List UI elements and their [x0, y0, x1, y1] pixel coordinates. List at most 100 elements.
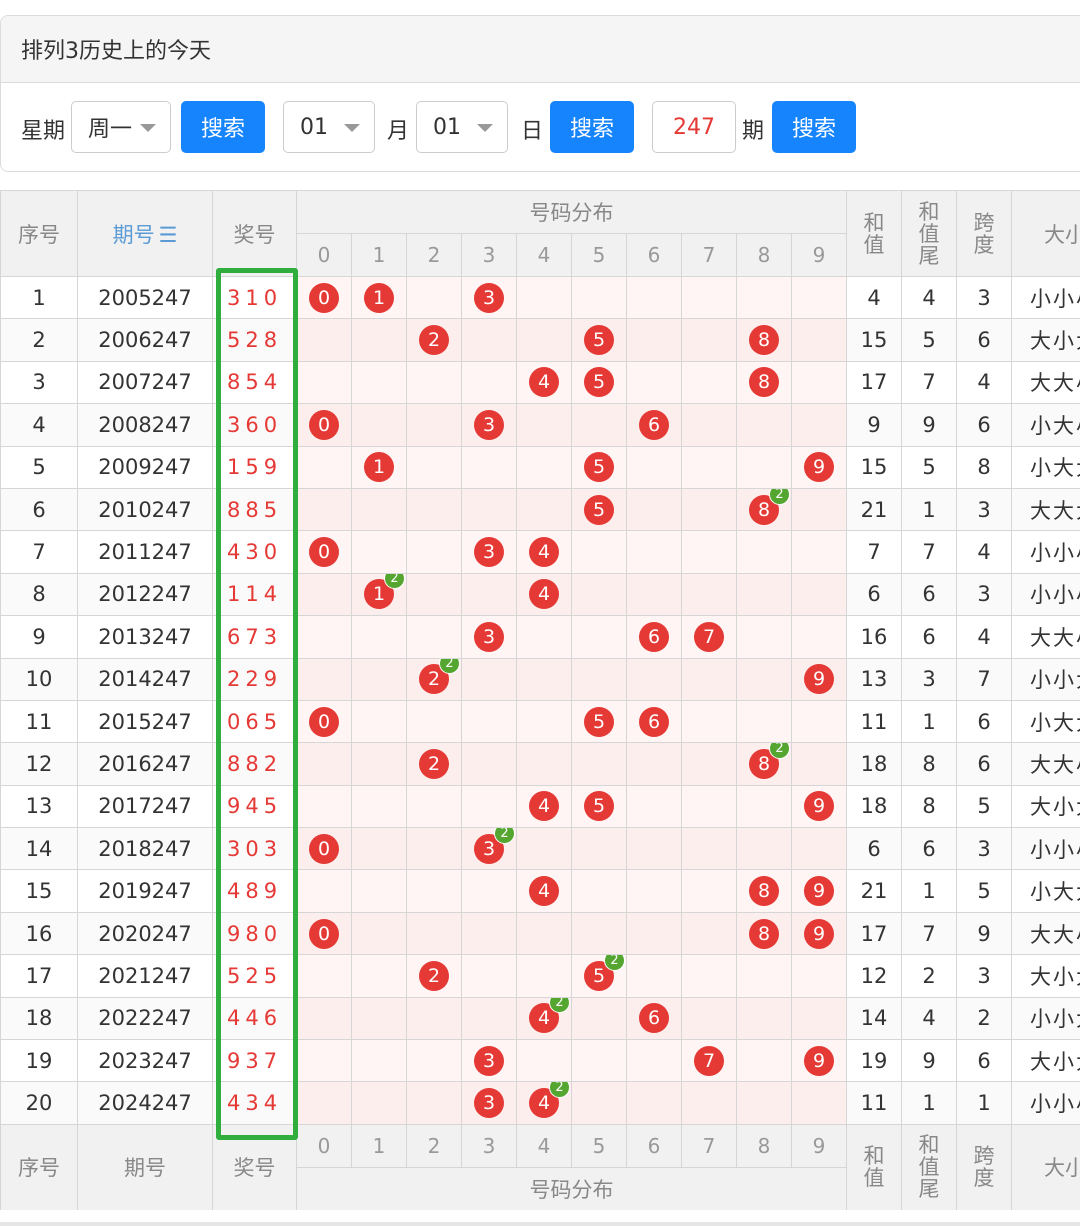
sort-icon[interactable]: ☰ — [159, 223, 178, 247]
digit-cell-7 — [681, 996, 737, 1041]
row-period: 2007247 — [77, 360, 213, 405]
row-size: 小小大 — [1011, 657, 1080, 701]
digit-cell-5: 5 — [571, 699, 627, 744]
digit-cell-5 — [571, 996, 627, 1041]
row-sum-tail: 9 — [901, 1039, 957, 1083]
row-number: 489 — [212, 869, 297, 913]
weekday-search-button[interactable]: 搜索 — [181, 101, 265, 153]
digit-cell-5: 5 — [571, 318, 627, 362]
header-digit-4: 4 — [516, 233, 572, 277]
row-period: 2016247 — [77, 742, 213, 786]
search-card: 排列3历史上的今天 星期 周一 搜索 01 月 01 日 搜索 247 期 搜索 — [0, 15, 1080, 172]
digit-ball: 0 — [309, 706, 339, 737]
digit-ball: 52 — [584, 955, 625, 991]
digit-cell-9 — [791, 318, 847, 362]
digit-ball: 6 — [639, 621, 669, 652]
digit-cell-5: 5 — [571, 784, 627, 829]
row-number: 980 — [212, 911, 297, 956]
row-size: 大大小 — [1011, 360, 1080, 405]
digit-cell-4: 42 — [516, 996, 572, 1041]
digit-cell-4 — [516, 318, 572, 362]
results-table-wrapper: 序号 期号☰ 奖号 号码分布 和 值 和 值 尾 跨 度 大小 01234567… — [0, 190, 1080, 1210]
row-number: 310 — [212, 275, 297, 320]
row-index: 15 — [0, 869, 78, 913]
row-period: 2011247 — [77, 530, 213, 574]
digit-ball: 8 — [749, 325, 779, 356]
row-sum-tail: 1 — [901, 487, 957, 532]
day-label: 日 — [521, 119, 544, 144]
row-sum: 15 — [846, 318, 902, 362]
row-sum-tail: 4 — [901, 275, 957, 320]
footer-sum-tail: 和 值 尾 — [901, 1123, 957, 1210]
digit-ball: 32 — [474, 828, 515, 864]
table-row: 1120152470650561116小大大 — [0, 699, 1080, 744]
row-period: 2019247 — [77, 869, 213, 913]
digit-cell-8: 8 — [736, 318, 792, 362]
row-index: 14 — [0, 827, 78, 871]
row-sum: 11 — [846, 699, 902, 744]
digit-cell-2 — [406, 487, 462, 532]
row-index: 7 — [0, 530, 78, 574]
digit-cell-1 — [351, 657, 407, 701]
digit-cell-3 — [461, 360, 517, 405]
header-period[interactable]: 期号 ☰ — [77, 190, 213, 277]
digit-cell-2 — [406, 827, 462, 871]
digit-cell-0 — [296, 445, 352, 489]
digit-cell-5: 5 — [571, 445, 627, 489]
row-index: 3 — [0, 360, 78, 405]
digit-cell-8 — [736, 403, 792, 447]
digit-cell-8 — [736, 784, 792, 829]
footer-distribution: 号码分布 — [296, 1166, 847, 1210]
table-row: 1920232479373791996大小大 — [0, 1039, 1080, 1083]
digit-cell-3 — [461, 699, 517, 744]
digit-cell-0 — [296, 318, 352, 362]
row-size: 大大小 — [1011, 911, 1080, 956]
period-input[interactable]: 247 — [652, 101, 736, 153]
repeat-badge: 2 — [604, 955, 625, 971]
date-search-button[interactable]: 搜索 — [550, 101, 634, 153]
digit-cell-0 — [296, 487, 352, 532]
digit-cell-8: 82 — [736, 742, 792, 786]
digit-cell-3 — [461, 954, 517, 998]
footer-digit-4: 4 — [516, 1123, 572, 1168]
digit-cell-4 — [516, 403, 572, 447]
chevron-down-icon — [344, 124, 360, 132]
period-search-button[interactable]: 搜索 — [772, 101, 856, 153]
digit-cell-1 — [351, 827, 407, 871]
digit-cell-6: 6 — [626, 996, 682, 1041]
row-sum: 13 — [846, 657, 902, 701]
digit-cell-9 — [791, 275, 847, 320]
row-size: 小小小 — [1011, 275, 1080, 320]
month-select[interactable]: 01 — [283, 101, 375, 153]
digit-ball: 42 — [529, 1082, 570, 1119]
digit-cell-5 — [571, 275, 627, 320]
digit-cell-5 — [571, 403, 627, 447]
digit-cell-0: 0 — [296, 827, 352, 871]
row-period: 2023247 — [77, 1039, 213, 1083]
weekday-select[interactable]: 周一 — [71, 101, 171, 153]
footer-period: 期号 — [77, 1123, 213, 1210]
row-span: 3 — [956, 275, 1012, 320]
digit-cell-6 — [626, 911, 682, 956]
row-number: 114 — [212, 572, 297, 617]
row-span: 5 — [956, 784, 1012, 829]
header-digit-7: 7 — [681, 233, 737, 277]
row-size: 大小大 — [1011, 784, 1080, 829]
digit-cell-2 — [406, 615, 462, 659]
row-size: 小大大 — [1011, 869, 1080, 913]
digit-cell-2: 2 — [406, 742, 462, 786]
row-sum-tail: 6 — [901, 615, 957, 659]
row-number: 528 — [212, 318, 297, 362]
day-select[interactable]: 01 — [416, 101, 508, 153]
digit-cell-3: 3 — [461, 615, 517, 659]
row-index: 8 — [0, 572, 78, 617]
table-row: 920132476733671664大大小 — [0, 615, 1080, 659]
row-sum-tail: 7 — [901, 911, 957, 956]
digit-ball: 7 — [694, 1045, 724, 1076]
row-span: 8 — [956, 445, 1012, 489]
digit-cell-7: 7 — [681, 615, 737, 659]
header-digit-5: 5 — [571, 233, 627, 277]
digit-cell-1 — [351, 699, 407, 744]
digit-cell-9 — [791, 1081, 847, 1125]
digit-cell-8 — [736, 530, 792, 574]
